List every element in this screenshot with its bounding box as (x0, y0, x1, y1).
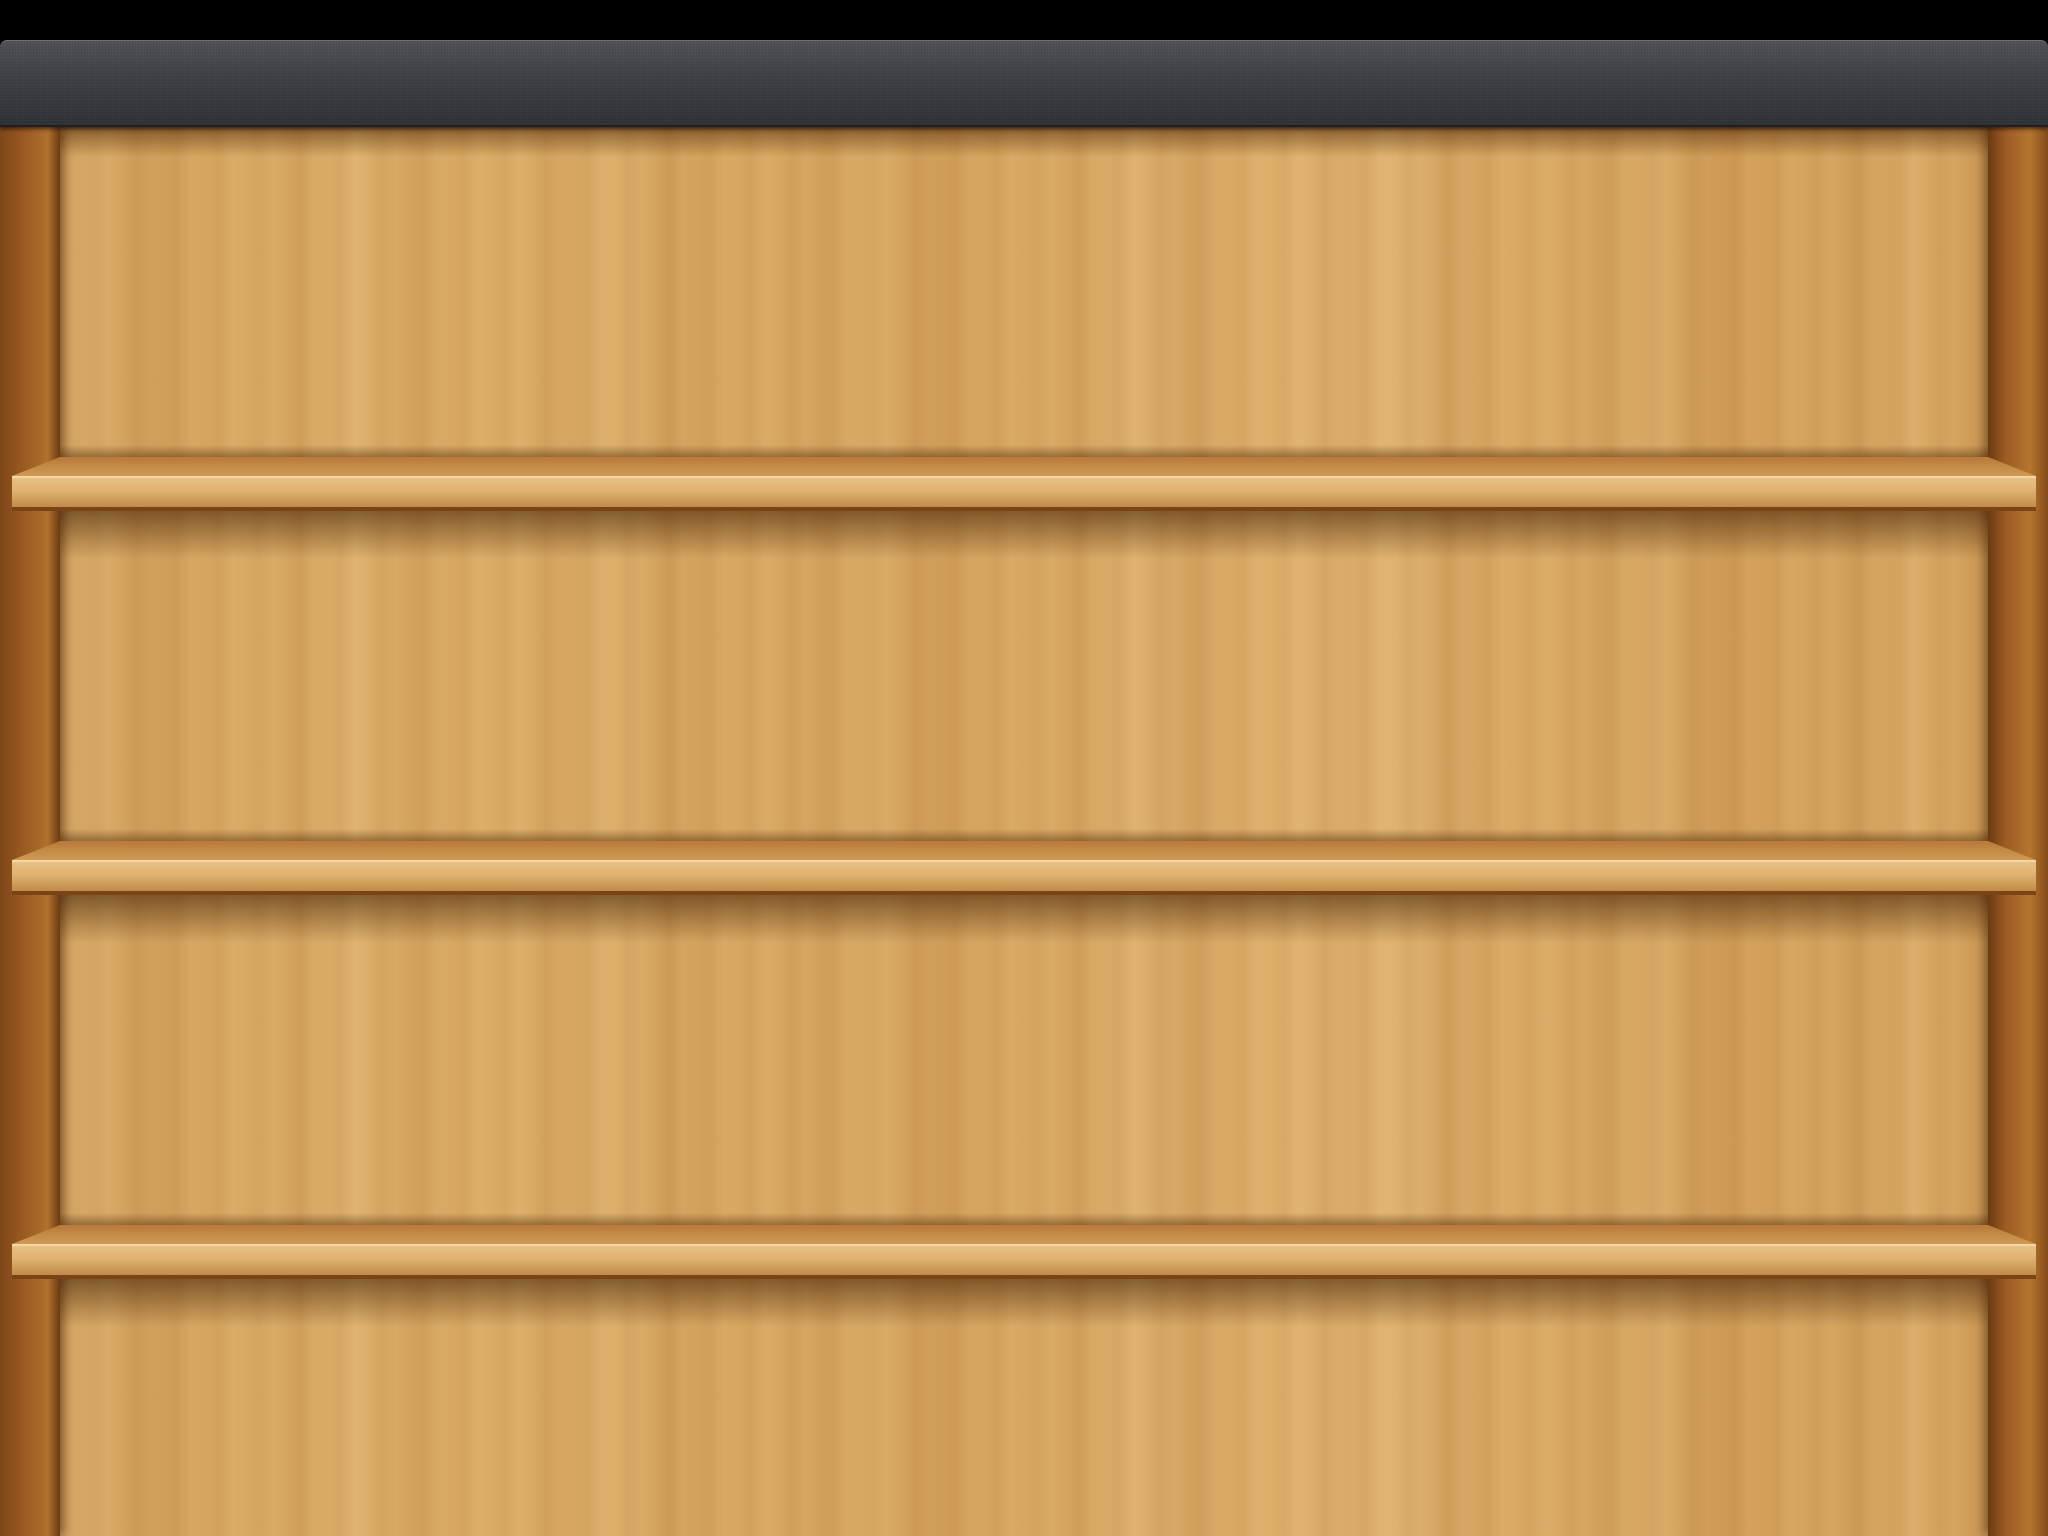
bookcase-left-side (0, 127, 60, 1536)
shelf-3-top-surface (12, 1225, 2036, 1244)
shelf-3-front-face (12, 1244, 2036, 1275)
shelf-2-top-surface (12, 841, 2036, 860)
shelf-3-drop-shadow (60, 1279, 1988, 1327)
shelf-2-drop-shadow (60, 895, 1988, 943)
shelf-1-highlight (12, 476, 2036, 478)
shelf-3-ledge (12, 1225, 2036, 1279)
shelf-1-ledge (12, 457, 2036, 511)
shelf-1-front-face (12, 476, 2036, 507)
shelf-2-back-shadow (60, 829, 1988, 841)
top-toolbar (0, 40, 2048, 127)
bookcase-right-side (1988, 127, 2048, 1536)
shelf-2-highlight (12, 860, 2036, 862)
shelf-2-front-face (12, 860, 2036, 891)
shelf-3 (12, 1213, 2036, 1327)
shelf-1 (12, 445, 2036, 559)
bookcase-top-shadow (60, 127, 1988, 157)
shelf-1-drop-shadow (60, 511, 1988, 559)
shelf-3-back-shadow (60, 1213, 1988, 1225)
shelf-1-back-shadow (60, 445, 1988, 457)
status-bar (0, 0, 2048, 40)
shelf-3-highlight (12, 1244, 2036, 1246)
shelf-2 (12, 829, 2036, 943)
toolbar-bottom-edge (0, 125, 2048, 127)
shelf-1-top-surface (12, 457, 2036, 476)
shelf-2-ledge (12, 841, 2036, 895)
bookshelf-app (0, 0, 2048, 1536)
